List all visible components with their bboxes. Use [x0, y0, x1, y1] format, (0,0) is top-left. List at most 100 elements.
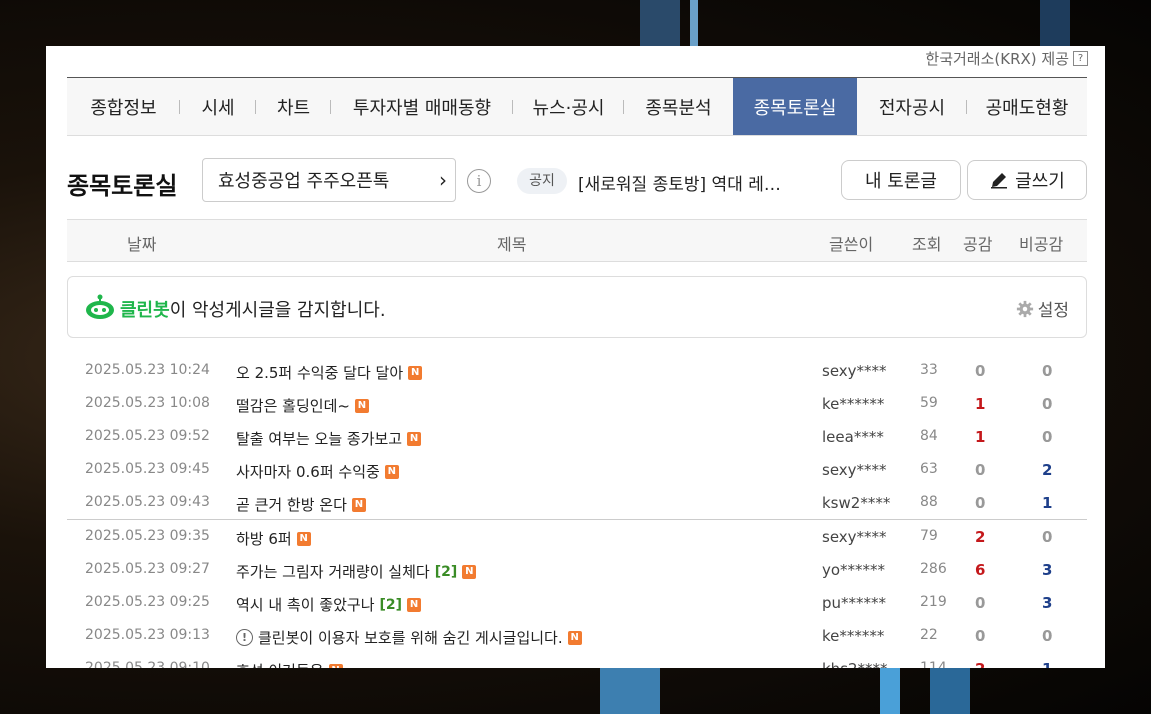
post-title-link[interactable]: 하방 6퍼 N — [236, 528, 311, 549]
notice-badge: 공지 — [517, 168, 567, 194]
post-agree-count: 1 — [975, 428, 986, 446]
post-agree-count: 6 — [975, 561, 986, 579]
warning-icon: ! — [236, 629, 253, 646]
cleanbot-message: 클린봇이 악성게시글을 감지합니다. — [120, 296, 386, 322]
post-author[interactable]: sexy**** — [822, 528, 887, 546]
post-author[interactable]: khs2**** — [822, 660, 888, 668]
post-agree-count: 2 — [975, 528, 986, 546]
post-row[interactable]: 2025.05.23 09:52 탈출 여부는 오늘 종가보고 Nleea**** 8… — [67, 420, 1087, 453]
post-date: 2025.05.23 10:24 — [85, 362, 210, 378]
post-author[interactable]: ksw2**** — [822, 494, 890, 512]
post-agree-count: 0 — [975, 461, 986, 479]
write-button[interactable]: 글쓰기 — [967, 160, 1087, 200]
post-agree-count: 2 — [975, 660, 985, 668]
tab-item[interactable]: 투자자별 매매동향 — [331, 78, 513, 135]
post-title-link[interactable]: 탈출 여부는 오늘 종가보고 N — [236, 428, 422, 449]
tab-item[interactable]: 차트 — [256, 78, 331, 135]
post-row[interactable]: 2025.05.23 09:25 역시 내 촉이 좋았구나 [2] Npu******… — [67, 586, 1087, 619]
post-title-text: 탈출 여부는 오늘 종가보고 — [236, 430, 403, 448]
cleanbot-banner: 클린봇이 악성게시글을 감지합니다. 설정 — [67, 276, 1087, 338]
post-row[interactable]: 2025.05.23 09:10 효성 이거들은 Nkhs2**** 114 2 1 — [67, 652, 1087, 668]
background-decoration — [1040, 0, 1070, 46]
post-views: 219 — [920, 594, 947, 610]
new-badge-icon: N — [351, 497, 366, 512]
post-title-link[interactable]: ! 클린봇이 이용자 보호를 위해 숨긴 게시글입니다. N — [236, 627, 582, 648]
tab-item[interactable]: 시세 — [180, 78, 256, 135]
cleanbot-setting-label: 설정 — [1037, 301, 1069, 321]
post-date: 2025.05.23 09:13 — [85, 627, 210, 643]
tab-item[interactable]: 전자공시 — [857, 78, 967, 135]
question-box-icon[interactable]: ? — [1073, 51, 1088, 66]
post-author[interactable]: leea**** — [822, 428, 884, 446]
post-title-link[interactable]: 사자마자 0.6퍼 수익중 N — [236, 461, 399, 482]
chevron-right-icon: › — [439, 168, 447, 192]
tab-item[interactable]: 종목토론실 — [733, 78, 857, 135]
post-author[interactable]: ke****** — [822, 395, 884, 413]
cleanbot-robot-icon — [86, 294, 114, 319]
post-title-link[interactable]: 오 2.5퍼 수익중 달다 달아 N — [236, 362, 423, 383]
my-posts-button[interactable]: 내 토론글 — [841, 160, 961, 200]
new-badge-icon: N — [384, 464, 399, 479]
post-row[interactable]: 2025.05.23 10:24 오 2.5퍼 수익중 달다 달아 N sexy***… — [67, 354, 1087, 387]
post-title-link[interactable]: 주가는 그림자 거래량이 실체다 [2] N — [236, 561, 477, 582]
post-row[interactable]: 2025.05.23 09:27 주가는 그림자 거래량이 실체다 [2] N yo**… — [67, 553, 1087, 586]
post-views: 63 — [920, 461, 938, 477]
post-title-link[interactable]: 효성 이거들은 N — [236, 660, 343, 668]
tab-item[interactable]: 종합정보 — [67, 78, 180, 135]
post-author[interactable]: yo****** — [822, 561, 885, 579]
post-row[interactable]: 2025.05.23 09:35 하방 6퍼 Nsexy**** 79 2 0 — [67, 519, 1087, 553]
post-author[interactable]: sexy**** — [822, 362, 887, 380]
post-agree-count: 0 — [975, 627, 986, 645]
post-disagree-count: 0 — [1042, 428, 1053, 446]
header-date: 날짜 — [127, 235, 157, 254]
tab-item[interactable]: 종목분석 — [624, 78, 733, 135]
stock-selector[interactable]: 효성중공업 주주오픈톡 › — [202, 158, 456, 202]
post-views: 79 — [920, 528, 938, 544]
tab-item[interactable]: 뉴스·공시 — [513, 78, 624, 135]
comment-count: [2] — [379, 596, 403, 613]
background-decoration — [880, 668, 900, 714]
post-author[interactable]: ke****** — [822, 627, 884, 645]
post-title-text: 효성 이거들은 — [236, 660, 324, 668]
new-badge-icon: N — [296, 531, 311, 546]
comment-count: [2] — [434, 563, 458, 580]
post-agree-count: 0 — [975, 494, 986, 512]
stock-board-panel: 한국거래소(KRX) 제공 ? 종합정보 시세 차트 투자자별 매매동향 뉴스·공시 종목… — [46, 46, 1105, 668]
new-badge-icon: N — [407, 431, 422, 446]
post-disagree-count: 3 — [1042, 594, 1053, 612]
post-disagree-count: 0 — [1042, 395, 1053, 413]
cleanbot-message-text: 이 악성게시글을 감지합니다. — [169, 300, 386, 321]
post-views: 84 — [920, 428, 938, 444]
post-title-link[interactable]: 역시 내 촉이 좋았구나 [2] N — [236, 594, 422, 615]
header-agree: 공감 — [963, 235, 993, 254]
new-badge-icon: N — [354, 398, 369, 413]
post-date: 2025.05.23 09:27 — [85, 561, 210, 577]
post-author[interactable]: sexy**** — [822, 461, 887, 479]
background-decoration — [600, 668, 660, 714]
post-disagree-count: 2 — [1042, 461, 1053, 479]
post-views: 22 — [920, 627, 938, 643]
background-decoration — [690, 0, 698, 46]
post-author[interactable]: pu****** — [822, 594, 886, 612]
post-row[interactable]: 2025.05.23 09:13 ! 클린봇이 이용자 보호를 위해 숨긴 게시글입… — [67, 619, 1087, 652]
post-views: 88 — [920, 494, 938, 510]
new-badge-icon: N — [408, 365, 423, 380]
post-row[interactable]: 2025.05.23 09:45 사자마자 0.6퍼 수익중 Nsexy**** 63… — [67, 453, 1087, 486]
info-icon[interactable]: i — [467, 169, 491, 193]
post-list: 2025.05.23 10:24 오 2.5퍼 수익중 달다 달아 N sexy***… — [67, 354, 1087, 668]
notice-link[interactable]: [새로워질 종토방] 역대 레… — [578, 170, 813, 195]
header-author: 글쓴이 — [829, 235, 874, 254]
tab-item[interactable]: 공매도현황 — [967, 78, 1087, 135]
new-badge-icon: N — [328, 663, 343, 668]
cleanbot-name: 클린봇 — [120, 300, 170, 321]
post-title-link[interactable]: 떨감은 홀딩인데~ N — [236, 395, 369, 416]
pencil-icon — [991, 173, 1008, 189]
post-row[interactable]: 2025.05.23 09:43 곧 큰거 한방 온다 Nksw2**** 88 0 1 — [67, 486, 1087, 519]
post-disagree-count: 0 — [1042, 362, 1053, 380]
cleanbot-setting-button[interactable]: 설정 — [1016, 296, 1069, 321]
post-title-link[interactable]: 곧 큰거 한방 온다 N — [236, 494, 366, 515]
post-row[interactable]: 2025.05.23 10:08 떨감은 홀딩인데~ Nke****** 59 1 0 — [67, 387, 1087, 420]
post-title-text: 하방 6퍼 — [236, 530, 292, 548]
stock-tabs: 종합정보 시세 차트 투자자별 매매동향 뉴스·공시 종목분석 종목토론실 전자공시 공매도현황 — [67, 77, 1087, 136]
post-title-text: 역시 내 촉이 좋았구나 — [236, 596, 375, 614]
